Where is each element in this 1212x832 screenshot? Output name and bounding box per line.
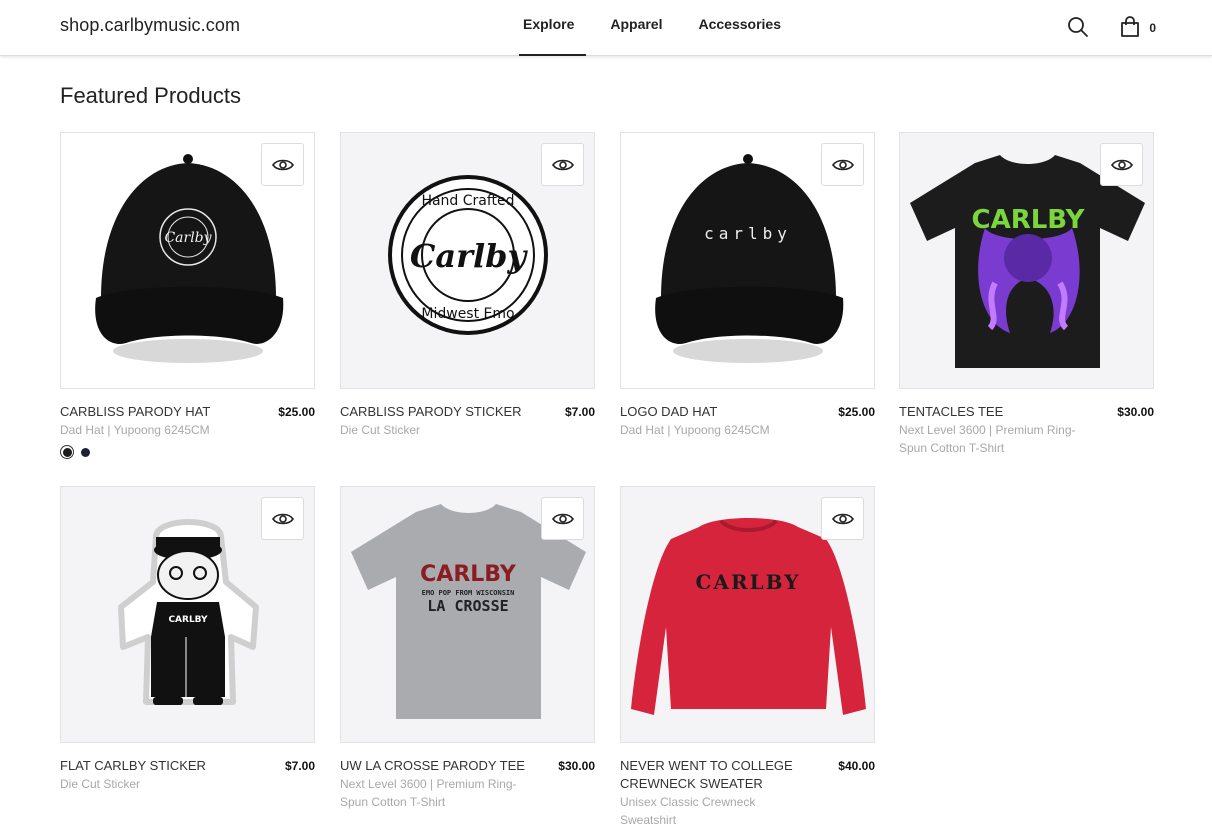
product-name[interactable]: FLAT CARLBY STICKER bbox=[60, 757, 245, 775]
svg-text:carlby: carlby bbox=[704, 224, 792, 243]
quick-view-button[interactable] bbox=[1100, 143, 1143, 186]
section-title: Featured Products bbox=[60, 83, 241, 108]
header-actions: 0 bbox=[1067, 16, 1156, 38]
cart-button[interactable]: 0 bbox=[1119, 16, 1156, 38]
product-description: Next Level 3600 | Premium Ring-Spun Cott… bbox=[340, 777, 517, 809]
product-description: Next Level 3600 | Premium Ring-Spun Cott… bbox=[899, 423, 1076, 455]
product-card[interactable]: carlby LOGO DAD HAT $25.00 Dad Hat | Yup… bbox=[620, 132, 875, 439]
product-price: $25.00 bbox=[838, 405, 875, 419]
product-info: FLAT CARLBY STICKER $7.00 Die Cut Sticke… bbox=[60, 757, 315, 793]
product-name[interactable]: UW LA CROSSE PARODY TEE bbox=[340, 757, 525, 775]
product-name[interactable]: CARBLISS PARODY STICKER bbox=[340, 403, 525, 421]
product-image-frame[interactable]: carlby bbox=[620, 132, 875, 389]
product-image-frame[interactable]: Carlby bbox=[60, 132, 315, 389]
svg-text:CARLBY: CARLBY bbox=[696, 570, 801, 594]
product-info: NEVER WENT TO COLLEGE CREWNECK SWEATER $… bbox=[620, 757, 875, 829]
svg-text:CARLBY: CARLBY bbox=[420, 562, 517, 587]
product-card[interactable]: Carlby CARBLISS PARODY HAT $25.00 Dad Ha… bbox=[60, 132, 315, 459]
product-description: Dad Hat | Yupoong 6245CM bbox=[60, 423, 210, 437]
color-swatch-black[interactable] bbox=[60, 445, 74, 459]
eye-icon bbox=[271, 159, 294, 170]
product-price: $30.00 bbox=[1117, 405, 1154, 419]
product-description: Unisex Classic Crewneck Sweatshirt bbox=[620, 795, 756, 827]
quick-view-button[interactable] bbox=[541, 143, 584, 186]
product-info: TENTACLES TEE $30.00 Next Level 3600 | P… bbox=[899, 403, 1154, 457]
svg-text:Hand Crafted: Hand Crafted bbox=[421, 193, 514, 209]
cart-count-badge: 0 bbox=[1149, 21, 1156, 35]
top-navigation-bar: shop.carlbymusic.com Explore Apparel Acc… bbox=[0, 0, 1212, 56]
product-name[interactable]: CARBLISS PARODY HAT bbox=[60, 403, 245, 421]
svg-text:EMO POP FROM WISCONSIN: EMO POP FROM WISCONSIN bbox=[422, 589, 515, 597]
nav-tab-explore[interactable]: Explore bbox=[508, 0, 589, 56]
product-name[interactable]: LOGO DAD HAT bbox=[620, 403, 805, 421]
eye-icon bbox=[551, 159, 574, 170]
product-description: Dad Hat | Yupoong 6245CM bbox=[620, 423, 770, 437]
product-info: UW LA CROSSE PARODY TEE $30.00 Next Leve… bbox=[340, 757, 595, 811]
quick-view-button[interactable] bbox=[261, 497, 304, 540]
product-description: Die Cut Sticker bbox=[340, 423, 421, 437]
product-image-frame[interactable]: Hand Crafted Carlby Midwest Emo bbox=[340, 132, 595, 389]
color-swatch-navy[interactable] bbox=[78, 445, 92, 459]
product-card[interactable]: CARLBY TENTACLES TEE $30.00 Next Level 3… bbox=[899, 132, 1154, 457]
nav-tab-accessories[interactable]: Accessories bbox=[683, 0, 796, 56]
product-price: $7.00 bbox=[564, 405, 595, 419]
svg-text:CARLBY: CARLBY bbox=[168, 615, 208, 625]
product-image-frame[interactable]: CARLBY bbox=[620, 486, 875, 743]
quick-view-button[interactable] bbox=[261, 143, 304, 186]
eye-icon bbox=[1110, 159, 1133, 170]
product-description: Die Cut Sticker bbox=[60, 777, 141, 791]
product-price: $30.00 bbox=[558, 759, 595, 773]
product-price: $25.00 bbox=[278, 405, 315, 419]
product-card[interactable]: CARLBY NEVER WENT TO COLLEGE CREWNECK SW… bbox=[620, 486, 875, 829]
product-image-frame[interactable]: CARLBY bbox=[899, 132, 1154, 389]
eye-icon bbox=[831, 159, 854, 170]
quick-view-button[interactable] bbox=[821, 143, 864, 186]
product-image-frame[interactable]: CARLBY EMO POP FROM WISCONSIN LA CROSSE bbox=[340, 486, 595, 743]
main-nav: Explore Apparel Accessories bbox=[508, 0, 796, 56]
svg-text:CARLBY: CARLBY bbox=[971, 205, 1085, 235]
eye-icon bbox=[831, 513, 854, 524]
product-card[interactable]: Hand Crafted Carlby Midwest Emo CARBLISS… bbox=[340, 132, 595, 439]
product-name[interactable]: TENTACLES TEE bbox=[899, 403, 1084, 421]
product-price: $40.00 bbox=[838, 759, 875, 773]
product-name[interactable]: NEVER WENT TO COLLEGE CREWNECK SWEATER bbox=[620, 757, 805, 793]
product-image-frame[interactable]: CARLBY bbox=[60, 486, 315, 743]
product-info: CARBLISS PARODY HAT $25.00 Dad Hat | Yup… bbox=[60, 403, 315, 459]
color-swatches bbox=[60, 445, 315, 459]
product-card[interactable]: CARLBY FLAT CARLBY STICKER $7.00 Die Cut… bbox=[60, 486, 315, 793]
svg-text:Carlby: Carlby bbox=[410, 237, 529, 275]
svg-text:LA CROSSE: LA CROSSE bbox=[427, 597, 508, 615]
svg-text:Carlby: Carlby bbox=[164, 230, 212, 246]
nav-tab-apparel[interactable]: Apparel bbox=[595, 0, 677, 56]
quick-view-button[interactable] bbox=[821, 497, 864, 540]
product-price: $7.00 bbox=[284, 759, 315, 773]
product-info: CARBLISS PARODY STICKER $7.00 Die Cut St… bbox=[340, 403, 595, 439]
eye-icon bbox=[271, 513, 294, 524]
quick-view-button[interactable] bbox=[541, 497, 584, 540]
site-title-link[interactable]: shop.carlbymusic.com bbox=[60, 15, 240, 36]
search-icon[interactable] bbox=[1067, 16, 1089, 38]
svg-text:Midwest Emo: Midwest Emo bbox=[421, 306, 514, 322]
shopping-bag-icon bbox=[1121, 16, 1140, 37]
product-info: LOGO DAD HAT $25.00 Dad Hat | Yupoong 62… bbox=[620, 403, 875, 439]
eye-icon bbox=[551, 513, 574, 524]
product-card[interactable]: CARLBY EMO POP FROM WISCONSIN LA CROSSE … bbox=[340, 486, 595, 811]
